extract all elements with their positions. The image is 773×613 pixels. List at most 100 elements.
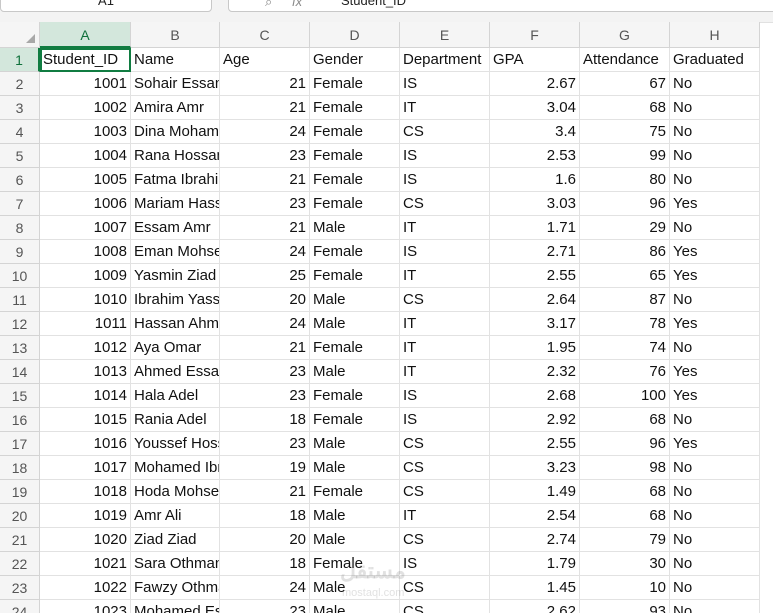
cell-student-id[interactable]: 1017 <box>40 456 131 480</box>
cell-graduated[interactable]: No <box>670 480 760 504</box>
cell-attendance[interactable]: 100 <box>580 384 670 408</box>
cell-name[interactable]: Hassan Ahmed <box>131 312 220 336</box>
cell-name[interactable]: Sohair Essam <box>131 72 220 96</box>
cell-name[interactable]: Amira Amr <box>131 96 220 120</box>
cell-graduated[interactable]: No <box>670 456 760 480</box>
cell-name[interactable]: Fatma Ibrahim <box>131 168 220 192</box>
cell-name[interactable]: Rana Hossam <box>131 144 220 168</box>
row-header[interactable]: 9 <box>0 240 40 264</box>
cell-student-id[interactable]: 1018 <box>40 480 131 504</box>
cell-age[interactable]: 23 <box>220 360 310 384</box>
cell-department[interactable]: IS <box>400 72 490 96</box>
cell-attendance[interactable]: 29 <box>580 216 670 240</box>
cell-graduated[interactable]: No <box>670 216 760 240</box>
search-icon[interactable]: ⌕ <box>265 0 272 10</box>
cell-graduated[interactable]: Yes <box>670 192 760 216</box>
cell-department[interactable]: IT <box>400 264 490 288</box>
cell-gender[interactable]: Male <box>310 600 400 613</box>
cell-name[interactable]: Mohamed Essam <box>131 600 220 613</box>
cell-department[interactable]: CS <box>400 456 490 480</box>
cell-name[interactable]: Youssef Hossam <box>131 432 220 456</box>
row-header[interactable]: 2 <box>0 72 40 96</box>
cell-student-id[interactable]: 1011 <box>40 312 131 336</box>
cell-department[interactable]: IT <box>400 312 490 336</box>
cell-attendance[interactable]: 96 <box>580 192 670 216</box>
cell-age[interactable]: 25 <box>220 264 310 288</box>
cell-gender[interactable]: Female <box>310 480 400 504</box>
cell-attendance[interactable]: 87 <box>580 288 670 312</box>
cell-graduated[interactable]: Yes <box>670 360 760 384</box>
cell-graduated[interactable]: No <box>670 336 760 360</box>
cell-gpa[interactable]: 3.03 <box>490 192 580 216</box>
cell-gpa[interactable]: 2.54 <box>490 504 580 528</box>
cell-gender[interactable]: Male <box>310 360 400 384</box>
row-header[interactable]: 12 <box>0 312 40 336</box>
cell-age[interactable]: 24 <box>220 312 310 336</box>
cell-gender[interactable]: Male <box>310 432 400 456</box>
function-icon[interactable]: fx <box>292 0 302 9</box>
cell-age[interactable]: 18 <box>220 504 310 528</box>
cell-gender[interactable]: Female <box>310 72 400 96</box>
row-header[interactable]: 21 <box>0 528 40 552</box>
row-header[interactable]: 10 <box>0 264 40 288</box>
row-header[interactable]: 7 <box>0 192 40 216</box>
column-header-h[interactable]: H <box>670 22 760 48</box>
cell-student-id[interactable]: 1009 <box>40 264 131 288</box>
cell-name[interactable]: Mariam Hassan <box>131 192 220 216</box>
cell-name[interactable]: Aya Omar <box>131 336 220 360</box>
cell-student-id[interactable]: 1008 <box>40 240 131 264</box>
cell-age[interactable]: 23 <box>220 432 310 456</box>
cell-gender[interactable]: Male <box>310 288 400 312</box>
cell-gpa[interactable]: 2.92 <box>490 408 580 432</box>
cell-age[interactable]: 21 <box>220 216 310 240</box>
row-header[interactable]: 15 <box>0 384 40 408</box>
cell-age[interactable]: 24 <box>220 120 310 144</box>
cell-department[interactable]: IS <box>400 552 490 576</box>
row-header[interactable]: 13 <box>0 336 40 360</box>
cell-department[interactable]: IT <box>400 216 490 240</box>
cell-student-id[interactable]: 1012 <box>40 336 131 360</box>
cell-attendance[interactable]: 68 <box>580 96 670 120</box>
cell-age[interactable]: 21 <box>220 96 310 120</box>
cell-student-id[interactable]: 1006 <box>40 192 131 216</box>
cell-attendance[interactable]: 68 <box>580 408 670 432</box>
cell-student-id[interactable]: 1015 <box>40 408 131 432</box>
cell-student-id[interactable]: 1003 <box>40 120 131 144</box>
row-header[interactable]: 4 <box>0 120 40 144</box>
cell-age[interactable]: 21 <box>220 336 310 360</box>
cell-header-gpa[interactable]: GPA <box>490 48 580 72</box>
column-header-e[interactable]: E <box>400 22 490 48</box>
cell-graduated[interactable]: No <box>670 408 760 432</box>
cell-student-id[interactable]: 1022 <box>40 576 131 600</box>
cell-name[interactable]: Dina Mohamed <box>131 120 220 144</box>
cell-graduated[interactable]: No <box>670 120 760 144</box>
cell-gpa[interactable]: 2.55 <box>490 264 580 288</box>
cell-gpa[interactable]: 2.53 <box>490 144 580 168</box>
cell-attendance[interactable]: 76 <box>580 360 670 384</box>
cell-department[interactable]: IT <box>400 336 490 360</box>
cell-gpa[interactable]: 2.64 <box>490 288 580 312</box>
cell-gpa[interactable]: 1.45 <box>490 576 580 600</box>
cell-graduated[interactable]: Yes <box>670 312 760 336</box>
cell-attendance[interactable]: 93 <box>580 600 670 613</box>
row-header[interactable]: 20 <box>0 504 40 528</box>
cell-age[interactable]: 23 <box>220 144 310 168</box>
cell-age[interactable]: 23 <box>220 600 310 613</box>
cell-department[interactable]: CS <box>400 192 490 216</box>
cell-department[interactable]: IS <box>400 144 490 168</box>
cell-gender[interactable]: Female <box>310 408 400 432</box>
cell-attendance[interactable]: 74 <box>580 336 670 360</box>
cell-age[interactable]: 19 <box>220 456 310 480</box>
cell-header-department[interactable]: Department <box>400 48 490 72</box>
row-header[interactable]: 3 <box>0 96 40 120</box>
column-header-d[interactable]: D <box>310 22 400 48</box>
cell-graduated[interactable]: No <box>670 552 760 576</box>
cell-gender[interactable]: Female <box>310 336 400 360</box>
cell-student-id[interactable]: 1004 <box>40 144 131 168</box>
cell-gpa[interactable]: 2.55 <box>490 432 580 456</box>
cell-age[interactable]: 21 <box>220 168 310 192</box>
cell-gpa[interactable]: 3.17 <box>490 312 580 336</box>
cell-attendance[interactable]: 80 <box>580 168 670 192</box>
column-header-c[interactable]: C <box>220 22 310 48</box>
row-header[interactable]: 18 <box>0 456 40 480</box>
